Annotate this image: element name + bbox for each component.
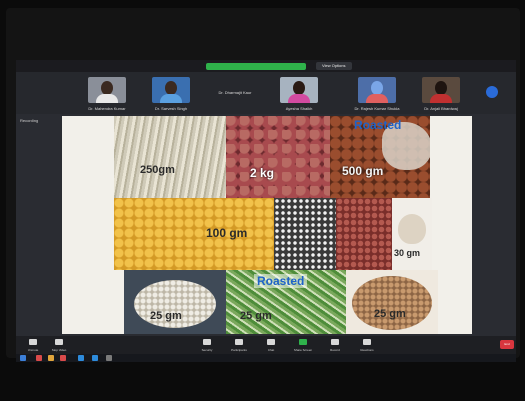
taskbar-app-icon[interactable] — [36, 355, 42, 361]
share-screen-icon — [299, 339, 307, 345]
participant-video — [422, 77, 460, 103]
participant-tile[interactable]: Dr. Sarvesh Singh — [140, 75, 202, 111]
button-label: Security — [201, 348, 213, 352]
taskbar-app-icon[interactable] — [106, 355, 112, 361]
participant-name: Dr. Mahendra Kumar — [88, 106, 126, 111]
end-meeting-button[interactable]: End — [500, 340, 514, 349]
weight-label: 25 gm — [374, 308, 406, 320]
weight-label: 25 gm — [150, 310, 182, 322]
weight-label: 250gm — [140, 164, 175, 176]
unmute-button[interactable]: Unmute — [22, 338, 44, 352]
button-label: Unmute — [27, 348, 39, 352]
title-bar: View Options — [16, 60, 516, 72]
record-icon — [331, 339, 339, 345]
people-icon — [235, 339, 243, 345]
gallery-view-icon[interactable] — [486, 86, 498, 98]
microphone-icon — [29, 339, 37, 345]
roasted-tag: Roasted — [354, 118, 402, 132]
participant-name: Dr. Dharmajit Kaur — [218, 90, 252, 95]
garlic-shape — [398, 214, 426, 244]
grain-photo-4: 100 gm — [114, 198, 274, 270]
monitor-frame: View Options Dr. Mahendra Kumar Dr. Sarv… — [6, 8, 520, 362]
video-camera-icon — [55, 339, 63, 345]
folder-icon[interactable] — [48, 355, 54, 361]
grain-photo-9: Roasted 25 gm — [226, 270, 346, 334]
grain-photo-8: 25 gm — [124, 270, 226, 334]
record-button[interactable]: Record — [324, 338, 346, 352]
roasted-tag: Roasted — [254, 274, 308, 288]
grain-photo-7: 30 gm — [392, 198, 432, 270]
shield-icon — [203, 339, 211, 345]
participant-video — [280, 77, 318, 103]
participant-name: Dr. Anjali Bhardwaj — [424, 106, 458, 111]
smiley-icon — [363, 339, 371, 345]
participant-tile[interactable]: Dr. Mahendra Kumar — [76, 75, 138, 111]
participant-video — [152, 77, 190, 103]
button-label: Share Screen — [293, 348, 313, 352]
share-screen-button[interactable]: Share Screen — [292, 338, 314, 352]
shared-slide: 250gm 2 kg Roasted 500 gm 100 gm 30 gm 2… — [62, 116, 472, 334]
button-label: Stop Video — [51, 348, 67, 352]
recording-label: Recording — [20, 118, 39, 123]
meeting-toolbar: Unmute Stop Video Security Participants … — [16, 336, 516, 354]
chat-button[interactable]: Chat — [260, 338, 282, 352]
participant-name: Dr. Sarvesh Singh — [154, 106, 188, 111]
grain-pile — [352, 276, 432, 330]
start-icon[interactable] — [20, 355, 26, 361]
button-label: Reactions — [360, 348, 374, 352]
button-label: Record — [330, 348, 340, 352]
taskbar-app-icon[interactable] — [78, 355, 84, 361]
weight-label: 30 gm — [394, 248, 421, 258]
participant-name: Dr. Rajesh Kumar Shukla — [354, 106, 400, 111]
weight-label: 100 gm — [206, 226, 248, 240]
grain-photo-1: 250gm — [114, 116, 226, 198]
weight-label: 25 gm — [240, 310, 272, 322]
end-label: End — [504, 342, 510, 346]
zoom-taskbar-icon[interactable] — [92, 355, 98, 361]
grain-photo-10: 25 gm — [346, 270, 438, 334]
participants-button[interactable]: Participants — [228, 338, 250, 352]
participant-tile[interactable]: Dr. Rajesh Kumar Shukla — [346, 75, 408, 111]
participant-name: Ayesha Shaikh — [285, 106, 313, 111]
participant-tile[interactable]: Ayesha Shaikh — [268, 75, 330, 111]
participant-tile[interactable]: Dr. Dharmajit Kaur — [204, 75, 266, 111]
chat-icon — [267, 339, 275, 345]
zoom-meeting-window: View Options Dr. Mahendra Kumar Dr. Sarv… — [16, 60, 516, 362]
grain-photo-2: 2 kg — [226, 116, 330, 198]
button-label: Participants — [231, 348, 247, 352]
participant-tile[interactable]: Dr. Anjali Bhardwaj — [410, 75, 472, 111]
participant-strip: Dr. Mahendra Kumar Dr. Sarvesh Singh Dr.… — [16, 72, 516, 114]
view-options-button[interactable]: View Options — [316, 62, 352, 70]
grain-photo-6 — [336, 198, 392, 270]
participant-video — [88, 77, 126, 103]
grain-photo-5 — [274, 198, 336, 270]
security-button[interactable]: Security — [196, 338, 218, 352]
reactions-button[interactable]: Reactions — [356, 338, 378, 352]
grain-photo-3: Roasted 500 gm — [330, 116, 430, 198]
taskbar-app-icon[interactable] — [60, 355, 66, 361]
button-label: Chat — [267, 348, 275, 352]
weight-label: 2 kg — [250, 166, 275, 180]
screen-share-banner[interactable] — [206, 63, 306, 70]
stop-video-button[interactable]: Stop Video — [48, 338, 70, 352]
weight-label: 500 gm — [342, 164, 384, 178]
participant-video — [358, 77, 396, 103]
windows-taskbar — [16, 354, 516, 362]
